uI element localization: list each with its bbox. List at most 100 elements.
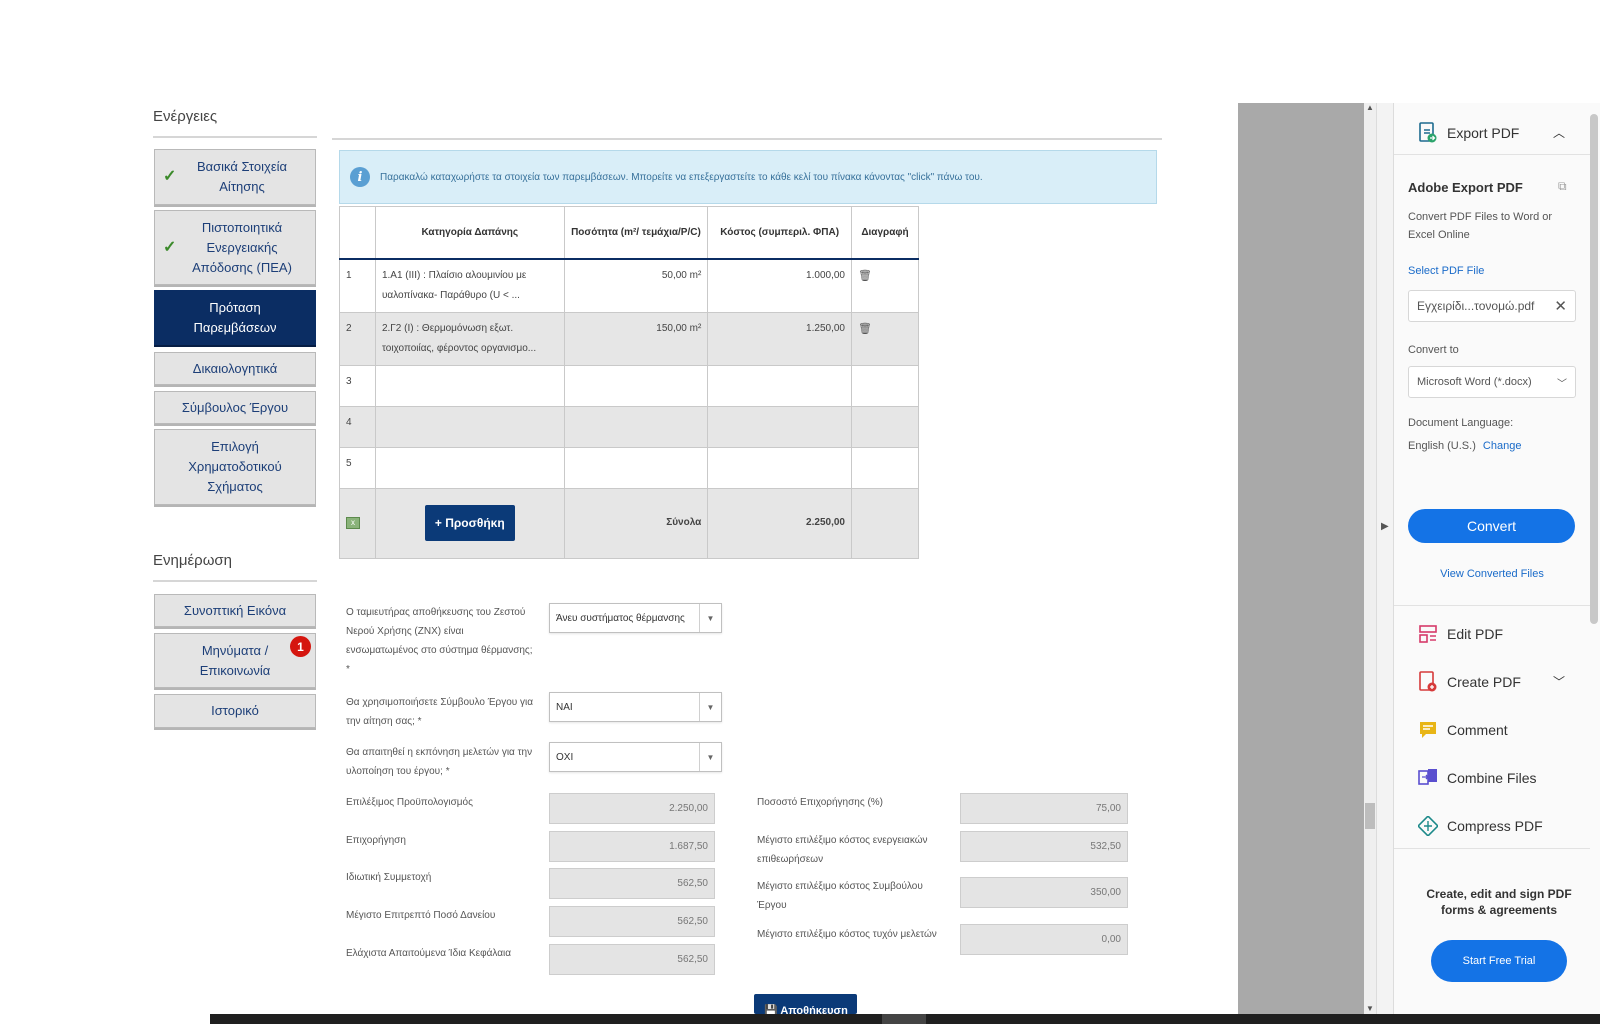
tool-edit-pdf[interactable]: Edit PDF [1417,623,1503,645]
chevron-down-icon: ﹀ [1557,378,1567,390]
max-loan-value: 562,50 [549,906,715,937]
select-value: Άνευ συστήματος θέρμανσης [556,612,685,624]
max-studies-cost-value: 0,00 [960,924,1128,955]
nav-item-energy-certificates[interactable]: ✓ Πιστοποιητικά Ενεργειακής Απόδοσης (ΠΕ… [154,210,316,285]
nav-item-financing-scheme[interactable]: Επιλογή Χρηματοδοτικού Σχήματος [154,429,316,505]
consultant-select[interactable]: ΝΑΙ ▼ [549,692,722,722]
cost-cell[interactable] [707,405,852,448]
combine-files-icon [1417,767,1439,789]
category-cell[interactable]: 1.Α1 (ΙΙΙ) : Πλαίσιο αλουμινίου με υαλοπ… [374,258,565,313]
max-inspection-cost-label: Μέγιστο επιλέξιμο κόστος ενεργειακών επι… [757,835,928,865]
convert-format-select[interactable]: Microsoft Word (*.docx) ﹀ [1408,366,1576,398]
row-index: 1 [339,258,376,313]
copy-icon[interactable]: ⧉ [1558,179,1567,194]
excel-export-icon[interactable]: x [346,517,360,529]
tool-label: Edit PDF [1447,626,1504,642]
nav-item-project-consultant[interactable]: Σύμβουλος Έργου [154,391,316,424]
info-banner: i Παρακαλώ καταχωρήστε τα στοιχεία των π… [339,150,1157,204]
nav-item-history[interactable]: Ιστορικό [154,694,316,728]
consultant-question-label: Θα χρησιμοποιήσετε Σύμβουλο Έργου για τη… [346,697,534,727]
scroll-up-icon[interactable]: ▲ [1366,103,1374,113]
category-cell[interactable] [374,405,565,448]
table-row[interactable]: 4 [339,405,920,448]
trash-icon[interactable]: 🗑 [850,258,920,313]
boiler-select[interactable]: Άνευ συστήματος θέρμανσης ▼ [549,603,722,633]
table-row[interactable]: 5 [339,446,920,489]
delete-cell[interactable] [850,446,920,489]
grant-percentage-value: 75,00 [960,793,1128,824]
eligible-budget-value: 2.250,00 [549,793,715,824]
nav-item-label: Σύμβουλος Έργου [181,399,289,415]
cost-cell[interactable] [707,364,852,407]
table-row[interactable]: 2 2.Γ2 (Ι) : Θερμομόνωση εξωτ. τοιχοποιί… [339,311,920,366]
col-header-index [339,206,376,260]
select-value: ΝΑΙ [556,701,573,713]
category-cell[interactable] [374,446,565,489]
quantity-cell[interactable] [563,446,709,489]
cost-cell[interactable]: 1.000,00 [707,258,852,313]
document-scrollbar[interactable]: ▲ ▼ [1364,103,1376,1014]
tool-comment[interactable]: Comment [1417,719,1508,741]
chevron-up-icon[interactable]: ︿ [1553,124,1565,141]
col-header-cost: Κόστος (συμπεριλ. ΦΠΑ) [707,206,852,260]
tool-create-pdf[interactable]: Create PDF [1417,671,1521,693]
tool-combine-files[interactable]: Combine Files [1417,767,1536,789]
nav-item-documents[interactable]: Δικαιολογητικά [154,352,316,385]
table-row[interactable]: 3 [339,364,920,407]
cost-cell[interactable] [707,446,852,489]
export-pdf-title: Export PDF [1447,125,1520,141]
nav-item-basic-info[interactable]: ✓ Βασικά Στοιχεία Αίτησης [154,149,316,205]
max-loan-label: Μέγιστο Επιτρεπτό Ποσό Δανείου [346,910,496,921]
adobe-export-title: Adobe Export PDF [1408,180,1523,195]
start-free-trial-button[interactable]: Start Free Trial [1431,940,1567,982]
export-pdf-header[interactable]: Export PDF [1417,122,1519,144]
category-cell[interactable]: 2.Γ2 (Ι) : Θερμομόνωση εξωτ. τοιχοποιίας… [374,311,565,366]
selected-file-field[interactable]: Εγχειρίδι...τονομώ.pdf ✕ [1408,290,1576,322]
close-icon[interactable]: ✕ [1554,297,1567,315]
selected-file-name: Εγχειρίδι...τονομώ.pdf [1417,299,1535,313]
convert-button[interactable]: Convert [1408,509,1575,543]
nav-item-messages[interactable]: Μηνύματα / Επικοινωνία 1 [154,633,316,688]
content-divider [332,138,1162,140]
quantity-cell[interactable]: 50,00 m² [563,258,709,313]
tool-label: Create PDF [1447,674,1521,690]
info-icon: i [350,167,370,187]
nav-item-overview[interactable]: Συνοπτική Εικόνα [154,594,316,627]
scroll-down-icon[interactable]: ▼ [1366,1004,1374,1014]
save-button[interactable]: 💾 Αποθήκευση [754,994,857,1014]
nav-item-proposal[interactable]: Πρόταση Παρεμβάσεων [154,290,316,345]
delete-cell[interactable] [850,405,920,448]
studies-select[interactable]: ΟΧΙ ▼ [549,742,722,772]
cost-cell[interactable]: 1.250,00 [707,311,852,366]
nav-item-label: Πρόταση Παρεμβάσεων [193,299,277,335]
panel-scrollbar-thumb[interactable] [1590,114,1598,624]
tool-compress-pdf[interactable]: Compress PDF [1417,815,1543,837]
nav-item-label: Δικαιολογητικά [192,360,278,376]
quantity-cell[interactable]: 150,00 m² [563,311,709,366]
category-cell[interactable] [374,364,565,407]
panel-divider [1394,605,1590,606]
panel-collapse-bar[interactable]: ▶ [1376,103,1394,1014]
chevron-down-icon: ▼ [699,604,721,632]
table-row[interactable]: 1 1.Α1 (ΙΙΙ) : Πλαίσιο αλουμινίου με υαλ… [339,258,920,313]
updates-heading: Ενημέρωση [153,552,233,569]
add-row-button[interactable]: + Προσθήκη [424,505,515,541]
quantity-cell[interactable] [563,405,709,448]
change-language-link[interactable]: Change [1483,440,1522,452]
eligible-budget-label: Επιλέξιμος Προϋπολογισμός [346,797,473,808]
nav-item-label: Πιστοποιητικά Ενεργειακής Απόδοσης (ΠΕΑ) [192,219,292,275]
convert-format-value: Microsoft Word (*.docx) [1417,376,1532,388]
tool-label: Compress PDF [1447,818,1543,834]
taskbar-item[interactable] [882,1014,926,1024]
chevron-down-icon[interactable]: ﹀ [1553,673,1565,690]
delete-cell[interactable] [850,364,920,407]
convert-to-label: Convert to [1408,344,1459,356]
trash-icon[interactable]: 🗑 [850,311,920,366]
collapse-arrow-icon[interactable]: ▶ [1381,521,1389,532]
scroll-thumb[interactable] [1365,803,1375,829]
quantity-cell[interactable] [563,364,709,407]
select-pdf-label: Select PDF File [1408,265,1485,277]
nav-divider [153,580,317,582]
document-gray-area [1238,103,1364,1014]
view-converted-files-link[interactable]: View Converted Files [1408,568,1576,580]
